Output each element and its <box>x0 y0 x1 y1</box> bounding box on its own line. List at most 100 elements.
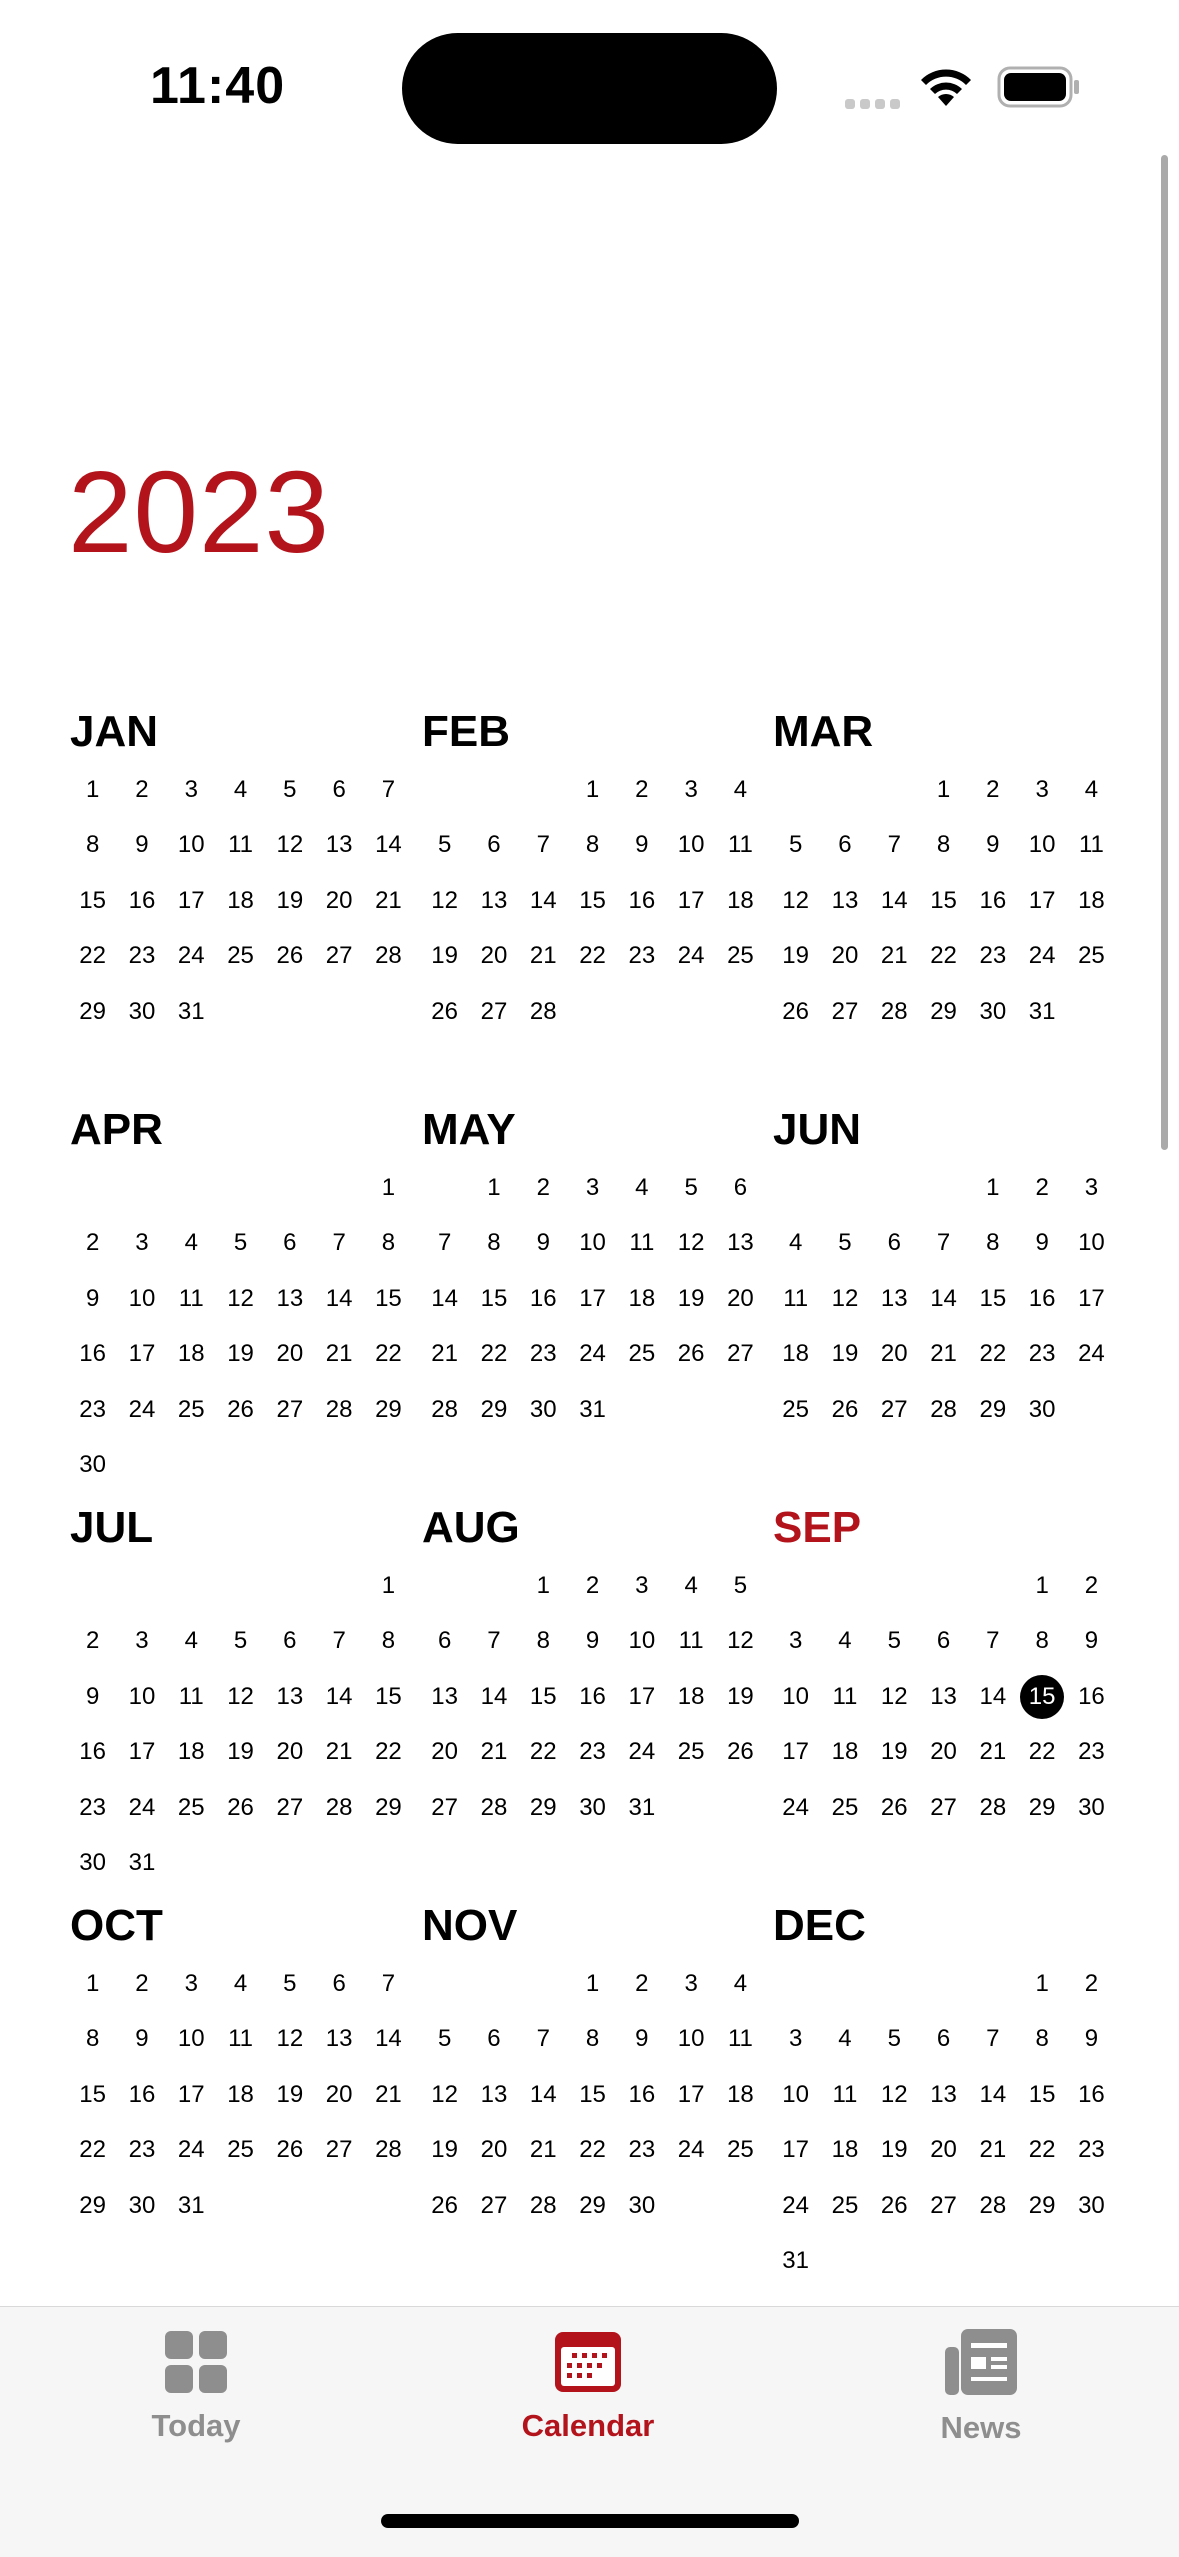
day-number[interactable]: 23 <box>68 1382 117 1438</box>
day-number[interactable]: 21 <box>968 1725 1017 1781</box>
day-number[interactable]: 27 <box>820 984 869 1040</box>
day-number[interactable]: 13 <box>469 873 518 929</box>
day-number[interactable]: 29 <box>968 1382 1017 1438</box>
day-number[interactable]: 27 <box>469 2178 518 2234</box>
day-number[interactable]: 23 <box>617 2123 666 2179</box>
day-number[interactable]: 4 <box>716 1956 765 2012</box>
day-number[interactable]: 18 <box>716 873 765 929</box>
day-number[interactable]: 7 <box>364 762 413 818</box>
day-number[interactable]: 9 <box>617 818 666 874</box>
day-number[interactable]: 2 <box>68 1614 117 1670</box>
day-number[interactable]: 12 <box>216 1669 265 1725</box>
day-number[interactable]: 5 <box>216 1216 265 1272</box>
day-number[interactable]: 23 <box>68 1780 117 1836</box>
day-number[interactable]: 25 <box>716 2123 765 2179</box>
day-number[interactable]: 19 <box>870 2123 919 2179</box>
day-number[interactable]: 2 <box>117 762 166 818</box>
day-number[interactable]: 3 <box>167 1956 216 2012</box>
day-number[interactable]: 3 <box>568 1160 617 1216</box>
day-number[interactable]: 20 <box>265 1327 314 1383</box>
day-number[interactable]: 6 <box>265 1216 314 1272</box>
day-number[interactable]: 31 <box>771 2234 820 2290</box>
day-number[interactable]: 21 <box>519 929 568 985</box>
day-number[interactable]: 13 <box>314 2012 363 2068</box>
day-number[interactable]: 16 <box>68 1725 117 1781</box>
day-number[interactable]: 7 <box>968 1614 1017 1670</box>
day-number[interactable]: 17 <box>117 1327 166 1383</box>
day-number[interactable]: 11 <box>820 2067 869 2123</box>
day-number[interactable]: 12 <box>716 1614 765 1670</box>
day-number[interactable]: 15 <box>519 1669 568 1725</box>
day-number[interactable]: 5 <box>716 1558 765 1614</box>
day-number[interactable]: 17 <box>568 1271 617 1327</box>
day-number[interactable]: 30 <box>519 1382 568 1438</box>
day-number[interactable]: 20 <box>469 2123 518 2179</box>
day-number[interactable]: 19 <box>870 1725 919 1781</box>
day-number[interactable]: 7 <box>314 1614 363 1670</box>
day-number[interactable]: 20 <box>716 1271 765 1327</box>
day-number[interactable]: 2 <box>68 1216 117 1272</box>
day-number[interactable]: 4 <box>167 1216 216 1272</box>
day-number[interactable]: 9 <box>1067 2012 1116 2068</box>
day-number[interactable]: 14 <box>420 1271 469 1327</box>
day-number[interactable]: 5 <box>216 1614 265 1670</box>
day-number[interactable]: 7 <box>968 2012 1017 2068</box>
day-number[interactable]: 31 <box>167 2178 216 2234</box>
day-number[interactable]: 13 <box>265 1669 314 1725</box>
day-number[interactable]: 19 <box>716 1669 765 1725</box>
day-number[interactable]: 22 <box>519 1725 568 1781</box>
day-number[interactable]: 10 <box>117 1271 166 1327</box>
day-number[interactable]: 26 <box>820 1382 869 1438</box>
day-number[interactable]: 13 <box>265 1271 314 1327</box>
tab-news[interactable]: News <box>851 2327 1111 2446</box>
day-number[interactable]: 16 <box>117 2067 166 2123</box>
day-number[interactable]: 11 <box>771 1271 820 1327</box>
day-number[interactable]: 9 <box>568 1614 617 1670</box>
day-number[interactable]: 5 <box>265 762 314 818</box>
day-number[interactable]: 13 <box>469 2067 518 2123</box>
day-number[interactable]: 26 <box>870 2178 919 2234</box>
day-number[interactable]: 4 <box>216 762 265 818</box>
day-number[interactable]: 26 <box>265 929 314 985</box>
day-number[interactable]: 25 <box>666 1725 715 1781</box>
day-number[interactable]: 8 <box>919 818 968 874</box>
day-number[interactable]: 4 <box>1067 762 1116 818</box>
day-number[interactable]: 10 <box>167 2012 216 2068</box>
day-number[interactable]: 1 <box>364 1160 413 1216</box>
day-number[interactable]: 24 <box>617 1725 666 1781</box>
day-number[interactable]: 30 <box>117 2178 166 2234</box>
day-number[interactable]: 16 <box>1067 2067 1116 2123</box>
day-number[interactable]: 22 <box>364 1725 413 1781</box>
day-number[interactable]: 11 <box>617 1216 666 1272</box>
day-number[interactable]: 23 <box>568 1725 617 1781</box>
day-number[interactable]: 24 <box>568 1327 617 1383</box>
day-number[interactable]: 18 <box>716 2067 765 2123</box>
day-number[interactable]: 17 <box>771 1725 820 1781</box>
day-number[interactable]: 20 <box>870 1327 919 1383</box>
day-number[interactable]: 9 <box>617 2012 666 2068</box>
day-number[interactable]: 16 <box>617 873 666 929</box>
day-number[interactable]: 23 <box>519 1327 568 1383</box>
day-number[interactable]: 21 <box>314 1327 363 1383</box>
day-number[interactable]: 22 <box>1017 1725 1066 1781</box>
day-number[interactable]: 10 <box>167 818 216 874</box>
month-sep[interactable]: SEP 1 2 3 4 5 6 7 8 9 10 11 12 13 14 15 16 17 18 19 20 21 22 23… <box>771 1498 1116 1836</box>
day-number[interactable]: 5 <box>265 1956 314 2012</box>
day-number[interactable]: 26 <box>216 1780 265 1836</box>
day-number[interactable]: 15 <box>364 1271 413 1327</box>
day-number[interactable]: 17 <box>1017 873 1066 929</box>
day-number[interactable]: 20 <box>469 929 518 985</box>
day-number[interactable]: 31 <box>1017 984 1066 1040</box>
month-nov[interactable]: NOV 1 2 3 4 5 6 7 8 9 10 11 12 13 14 15 16 17 18 19 20 21 22 23… <box>420 1896 765 2234</box>
day-number[interactable]: 12 <box>216 1271 265 1327</box>
day-number[interactable]: 15 <box>568 873 617 929</box>
day-number[interactable]: 23 <box>1067 1725 1116 1781</box>
day-number[interactable]: 8 <box>968 1216 1017 1272</box>
day-number[interactable]: 10 <box>666 818 715 874</box>
day-number[interactable]: 6 <box>420 1614 469 1670</box>
day-number[interactable]: 10 <box>771 2067 820 2123</box>
day-number[interactable]: 14 <box>469 1669 518 1725</box>
day-number[interactable]: 13 <box>314 818 363 874</box>
day-number[interactable]: 25 <box>216 929 265 985</box>
day-number[interactable]: 27 <box>870 1382 919 1438</box>
